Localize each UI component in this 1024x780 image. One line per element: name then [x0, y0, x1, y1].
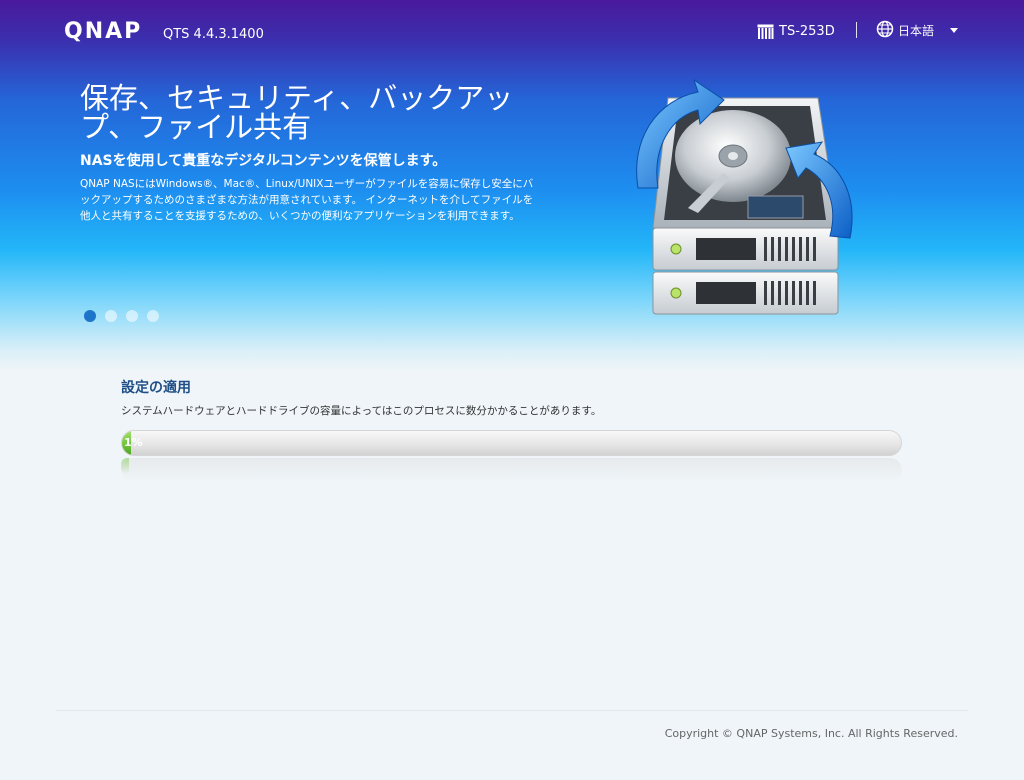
carousel-dot[interactable] — [84, 310, 96, 322]
apply-settings-description: システムハードウェアとハードドライブの容量によってはこのプロセスに数分かかること… — [121, 405, 602, 417]
carousel-dot[interactable] — [126, 310, 138, 322]
footer-divider — [56, 710, 968, 711]
device-icon — [757, 24, 774, 39]
carousel-dot[interactable] — [105, 310, 117, 322]
apply-settings-title: 設定の適用 — [121, 380, 191, 396]
carousel-dots — [84, 310, 159, 322]
progress-reflection — [121, 458, 902, 482]
globe-icon — [876, 20, 894, 41]
progress-label: 1% — [124, 436, 143, 449]
header-divider — [856, 22, 857, 38]
hero-banner: QNAP QTS 4.4.3.1400 TS-253D 日本語 保存、セキュリテ… — [0, 0, 1024, 372]
hard-drive-illustration — [636, 78, 853, 315]
firmware-version: QTS 4.4.3.1400 — [163, 27, 264, 42]
language-label: 日本語 — [898, 23, 935, 38]
slide-title: 保存、セキュリティ、バックアップ、ファイル共有 — [80, 81, 514, 144]
chevron-down-icon[interactable] — [950, 27, 959, 33]
language-selector[interactable]: 日本語 — [876, 20, 959, 41]
slide-subtitle: NASを使用して貴重なデジタルコンテンツを保管します。 — [80, 153, 447, 169]
progress-bar: 1% — [121, 430, 902, 456]
slide-body: QNAP NASにはWindows®、Mac®、Linux/UNIXユーザーがフ… — [80, 178, 534, 222]
device-info: TS-253D — [757, 22, 835, 40]
progress-reflection-fill — [121, 458, 129, 474]
carousel-dot[interactable] — [147, 310, 159, 322]
device-name: TS-253D — [779, 23, 835, 39]
top-bar: QNAP QTS 4.4.3.1400 TS-253D 日本語 — [0, 0, 1024, 62]
copyright-text: Copyright © QNAP Systems, Inc. All Right… — [664, 727, 958, 740]
qnap-logo: QNAP — [64, 19, 143, 44]
